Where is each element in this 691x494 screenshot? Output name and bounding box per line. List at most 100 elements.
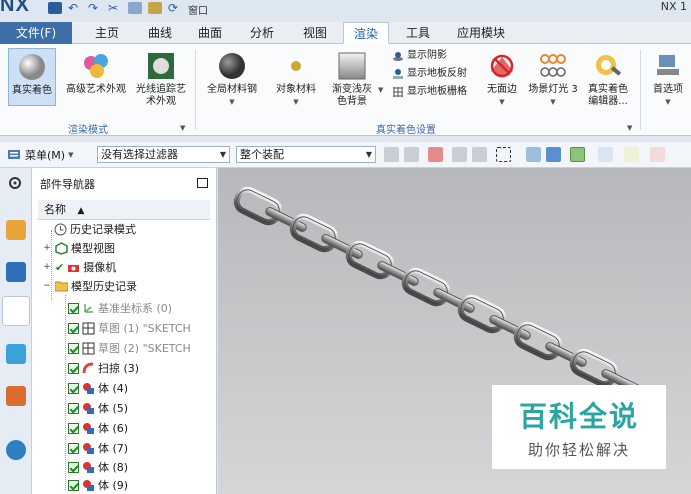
dropdown-arrow-icon[interactable]: ▼ [524,96,582,108]
no-face-edges-button[interactable]: 无面边 ▼ [482,51,522,108]
global-material-button[interactable]: 全局材料钢 ▼ [200,51,264,108]
part-navigator-icon[interactable] [2,296,30,326]
snap-points-icon[interactable] [570,147,585,162]
visibility-checkbox[interactable] [68,323,79,334]
tree-item-label: 草图 (2) "SKETCH [98,342,191,355]
assembly-scope-value: 整个装配 [240,148,284,161]
visibility-checkbox[interactable] [68,423,79,434]
scene-lights-button[interactable]: 场景灯光 3 ▼ [524,51,582,108]
tree-item-history-mode[interactable]: 历史记录模式 [54,220,136,239]
dropdown-arrow-icon[interactable]: ▼ [482,96,522,108]
preferences-label: 首选项 [653,84,683,95]
true-shading-button[interactable]: 真实着色 [8,48,56,106]
tab-view[interactable]: 视图 [293,22,337,44]
tree-item-cameras[interactable]: + ✔ 摄像机 [42,258,116,277]
expand-icon[interactable]: + [42,239,52,258]
advanced-studio-button[interactable]: 高级艺术外观 [60,51,132,96]
expand-icon[interactable]: + [42,258,52,277]
body-icon [83,423,94,434]
part-navigator-panel: 部件导航器 名称 ▲ 历史记录模式 + 模型视图 + ✔ 摄像机 − 模型历史记… [32,168,217,494]
visibility-checkbox[interactable] [68,462,79,473]
undo-icon[interactable]: ↶ [68,2,82,14]
dropdown-arrow-icon[interactable]: ▼ [378,86,383,94]
line-tool-icon[interactable] [598,147,613,162]
menu-icon [8,150,20,159]
visibility-checkbox[interactable] [68,443,79,454]
assembly-navigator-icon[interactable] [6,220,26,240]
show-floor-reflection-button[interactable]: 显示地板反射 [392,68,467,80]
name-column-header[interactable]: 名称 ▲ [38,200,210,220]
tree-item-model-views[interactable]: + 模型视图 [42,239,115,258]
tree-item-body-7[interactable]: 体 (7) [68,439,128,458]
visibility-checkbox[interactable] [68,403,79,414]
cut-icon[interactable]: ✂ [108,2,122,14]
true-shading-editor-button[interactable]: 真实着色编辑器... [584,51,632,108]
curve-tool-icon[interactable] [624,147,639,162]
tree-item-body-8[interactable]: 体 (8) [68,458,128,477]
select-type-icon[interactable] [428,147,443,162]
rectangle-select-icon[interactable] [496,147,511,162]
tab-home[interactable]: 主页 [85,22,129,44]
menu-button[interactable]: 菜单(M) ▼ [8,147,73,163]
dropdown-arrow-icon[interactable]: ▼ [268,96,324,108]
gear-icon[interactable] [8,176,22,190]
paste-icon[interactable] [148,2,162,14]
dropdown-arrow-icon[interactable]: ▼ [646,96,690,108]
visibility-checkbox[interactable] [68,383,79,394]
history-icon[interactable] [6,386,26,406]
tab-file[interactable]: 文件(F) [0,22,72,44]
reuse-library-icon[interactable] [6,344,26,364]
select-tool-icon[interactable] [404,147,419,162]
window-menu[interactable]: 窗口 [188,2,208,16]
object-material-button[interactable]: 对象材料 ▼ [268,51,324,108]
tree-item-sketch-2[interactable]: 草图 (2) "SKETCH [68,339,191,358]
nx-logo: NX [0,0,30,16]
visibility-checkbox[interactable] [68,480,79,491]
collapse-icon[interactable]: − [42,277,52,296]
tree-item-body-4[interactable]: 体 (4) [68,379,128,398]
tree-item-sweep[interactable]: 扫掠 (3) [68,359,139,378]
show-floor-grid-button[interactable]: 显示地板栅格 [392,86,467,98]
maximize-icon[interactable] [197,178,208,188]
tree-item-sketch-1[interactable]: 草图 (1) "SKETCH [68,319,191,338]
true-shading-expand-icon[interactable]: ▼ [627,124,632,132]
show-shadows-button[interactable]: 显示阴影 [392,50,447,62]
constraint-navigator-icon[interactable] [6,262,26,282]
tab-analysis[interactable]: 分析 [240,22,284,44]
menu-label: 菜单(M) [25,149,66,162]
assembly-scope-dropdown[interactable]: 整个装配 ▼ [236,146,376,163]
visibility-checkbox[interactable] [68,303,79,314]
select-body-icon[interactable] [472,147,487,162]
tab-application[interactable]: 应用模块 [448,22,514,44]
tab-curve[interactable]: 曲线 [138,22,182,44]
render-icon[interactable] [546,147,561,162]
render-mode-expand-icon[interactable]: ▼ [180,124,185,132]
tree-item-body-6[interactable]: 体 (6) [68,419,128,438]
copy-icon[interactable] [128,2,142,14]
tree-item-datum-csys[interactable]: 基准坐标系 (0) [68,299,172,318]
ray-traced-studio-button[interactable]: 光线追踪艺术外观 [134,51,188,108]
snap-icon[interactable] [384,147,399,162]
visibility-checkbox[interactable] [68,343,79,354]
tree-item-model-history[interactable]: − 模型历史记录 [42,277,137,296]
tree-item-label: 体 (4) [98,382,129,395]
tree-item-body-5[interactable]: 体 (5) [68,399,128,418]
tree-item-body-9[interactable]: 体 (9) [68,476,128,494]
tab-render[interactable]: 渲染 [343,22,389,44]
select-feature-icon[interactable] [452,147,467,162]
save-icon[interactable] [48,2,62,14]
gradient-background-button[interactable]: 渐变浅灰色背景 [326,51,378,108]
tab-tools[interactable]: 工具 [396,22,440,44]
repeat-command-icon[interactable]: ⟳ [168,2,182,14]
true-shading-settings-group-label: 真实着色设置 [376,125,436,136]
graphics-window[interactable]: 百科全说 助你轻松解决 [218,168,691,494]
tab-surface[interactable]: 曲面 [188,22,232,44]
selection-filter-dropdown[interactable]: 没有选择过滤器 ▼ [97,146,230,163]
redo-icon[interactable]: ↷ [88,2,102,14]
roles-icon[interactable] [6,440,26,460]
visibility-checkbox[interactable] [68,363,79,374]
shade-icon[interactable] [526,147,541,162]
preferences-button[interactable]: 首选项 ▼ [646,51,690,108]
dropdown-arrow-icon[interactable]: ▼ [200,96,264,108]
arc-tool-icon[interactable] [650,147,665,162]
